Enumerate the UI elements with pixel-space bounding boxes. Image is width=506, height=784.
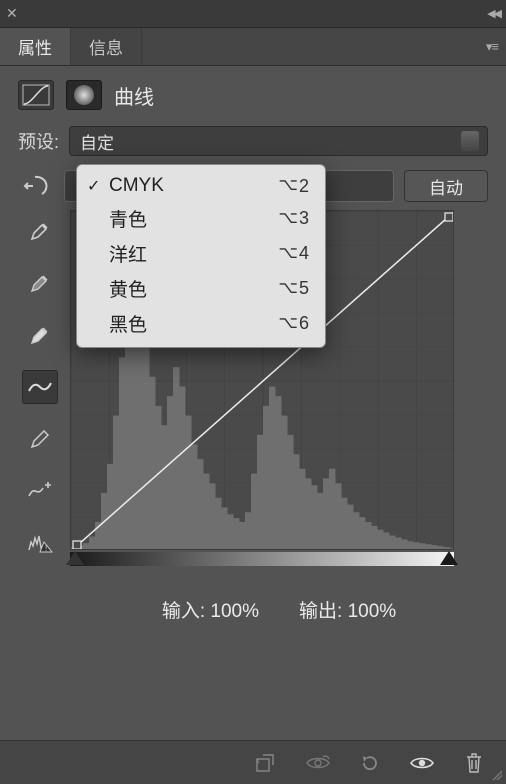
preset-label: 预设: xyxy=(18,128,59,154)
trash-icon[interactable] xyxy=(460,749,488,777)
histogram-warn-icon[interactable]: ! xyxy=(22,526,58,560)
close-icon[interactable]: ✕ xyxy=(6,5,22,22)
svg-text:!: ! xyxy=(45,544,47,553)
view-previous-icon[interactable] xyxy=(304,749,332,777)
on-image-adjust-icon[interactable] xyxy=(20,171,54,201)
reset-icon[interactable] xyxy=(356,749,384,777)
smooth-icon[interactable] xyxy=(22,474,58,508)
channel-option[interactable]: ✓CMYK⌥2 xyxy=(77,171,325,201)
collapse-icon[interactable]: ◀◀ xyxy=(487,7,500,20)
preset-select[interactable]: 自定 ▲▼ xyxy=(69,126,488,156)
eyedropper-black-icon[interactable] xyxy=(22,214,58,248)
channel-dropdown[interactable]: ✓CMYK⌥2青色⌥3洋红⌥4黄色⌥5黑色⌥6 xyxy=(76,164,326,348)
gradient-strip[interactable] xyxy=(70,552,454,566)
channel-option[interactable]: 洋红⌥4 xyxy=(77,236,325,271)
visibility-icon[interactable] xyxy=(408,749,436,777)
tab-info[interactable]: 信息 xyxy=(70,28,142,65)
channel-option[interactable]: 青色⌥3 xyxy=(77,201,325,236)
tab-properties[interactable]: 属性 xyxy=(0,28,70,65)
preset-value: 自定 xyxy=(80,129,114,154)
clip-to-layer-icon[interactable] xyxy=(252,749,280,777)
layer-mask-thumb[interactable] xyxy=(66,80,102,110)
channel-option[interactable]: 黑色⌥6 xyxy=(77,306,325,341)
white-point-slider[interactable] xyxy=(440,551,458,565)
pencil-icon[interactable] xyxy=(22,422,58,456)
channel-option[interactable]: 黄色⌥5 xyxy=(77,271,325,306)
eyedropper-gray-icon[interactable] xyxy=(22,266,58,300)
auto-button[interactable]: 自动 xyxy=(404,170,488,202)
input-readout: 输入: 100% xyxy=(162,596,259,623)
eyedropper-white-icon[interactable] xyxy=(22,318,58,352)
adjustment-title: 曲线 xyxy=(114,81,154,110)
curves-adjustment-icon[interactable] xyxy=(18,80,54,110)
output-readout: 输出: 100% xyxy=(299,596,396,623)
panel-menu-icon[interactable]: ▾≡ xyxy=(486,39,498,55)
black-point-slider[interactable] xyxy=(66,551,84,565)
curve-edit-icon[interactable] xyxy=(22,370,58,404)
